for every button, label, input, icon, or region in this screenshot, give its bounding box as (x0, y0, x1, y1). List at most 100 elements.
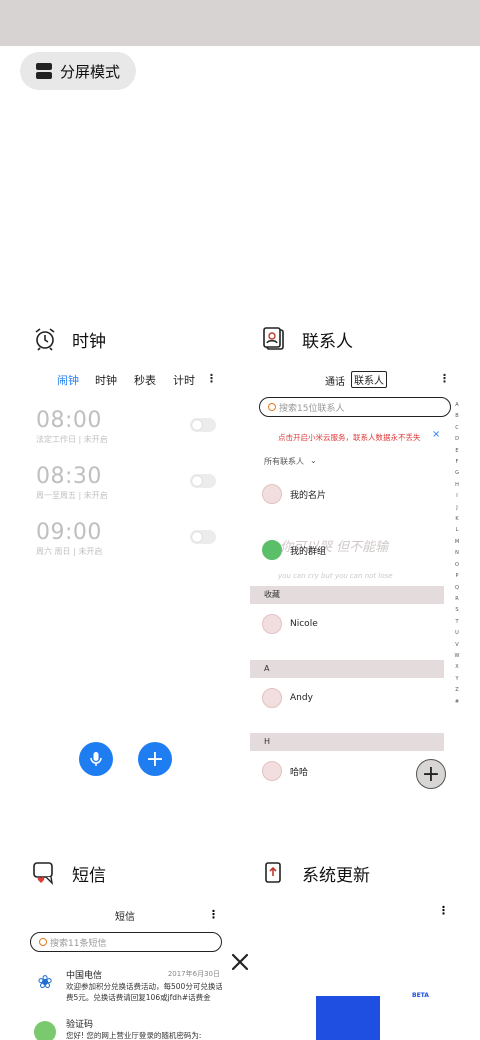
contacts-search-input[interactable]: 搜索15位联系人 (259, 397, 451, 417)
alphabet-index-letter[interactable]: W (455, 651, 460, 662)
alphabet-index-letter[interactable]: A (455, 400, 458, 411)
split-screen-icon (36, 63, 52, 79)
my-groups-label: 我的群组 (290, 546, 327, 557)
alphabet-index-letter[interactable]: R (455, 594, 458, 605)
alarm-toggle[interactable] (190, 418, 216, 432)
add-contact-button[interactable]: + (416, 759, 446, 789)
alphabet-index-letter[interactable]: X (455, 662, 458, 673)
alphabet-index-letter[interactable]: K (455, 514, 458, 525)
alphabet-index-letter[interactable]: Q (455, 583, 459, 594)
alphabet-index-letter[interactable]: P (455, 571, 458, 582)
contact-name: Andy (290, 693, 313, 703)
update-app-header[interactable]: 系统更新 (262, 860, 370, 886)
alphabet-index-letter[interactable]: T (455, 617, 458, 628)
split-screen-button[interactable]: 分屏模式 (20, 52, 136, 90)
alphabet-index-letter[interactable]: Z (455, 685, 458, 696)
alarm-item[interactable]: 08:00 法定工作日 | 未开启 (36, 408, 216, 454)
alphabet-index-letter[interactable]: O (455, 560, 459, 571)
clock-tabs: 闹钟 时钟 秒表 计时 ⋮ (28, 366, 218, 394)
message-item[interactable]: 验证码 您好! 您的网上营业厅登录的随机密码为: (34, 1017, 222, 1040)
microphone-icon (90, 752, 102, 766)
alphabet-index-letter[interactable]: # (455, 697, 459, 708)
avatar (262, 484, 282, 504)
tab-timer[interactable]: 计时 (173, 372, 195, 388)
section-header: A (250, 660, 444, 678)
chevron-down-icon: ⌄ (310, 456, 317, 465)
section-header: H (250, 733, 444, 751)
message-sender: 验证码 (66, 1020, 94, 1030)
more-menu-icon[interactable]: ⋮ (438, 904, 449, 917)
alarm-item[interactable]: 09:00 周六 周日 | 未开启 (36, 520, 216, 566)
my-card-row[interactable]: 我的名片 (262, 482, 326, 506)
search-placeholder: 搜索15位联系人 (279, 403, 345, 414)
alarm-clock-icon (32, 326, 58, 352)
group-icon (262, 540, 282, 560)
split-screen-label: 分屏模式 (60, 62, 121, 81)
alphabet-index-letter[interactable]: N (455, 548, 459, 559)
alarm-toggle[interactable] (190, 474, 216, 488)
contacts-book-icon (262, 326, 288, 352)
contact-row[interactable]: Andy (262, 686, 313, 710)
update-card[interactable]: ⋮ BETA (250, 900, 462, 1040)
sms-app-title: 短信 (72, 865, 106, 886)
plus-icon: + (145, 746, 165, 772)
alarm-repeat: 法定工作日 | 未开启 (36, 435, 108, 444)
tab-calls[interactable]: 通话 (325, 373, 345, 388)
avatar (262, 614, 282, 634)
contact-row[interactable]: Nicole (262, 612, 318, 636)
voice-alarm-button[interactable] (79, 742, 113, 776)
section-header: 收藏 (250, 586, 444, 604)
alphabet-index-letter[interactable]: Y (455, 674, 458, 685)
add-alarm-button[interactable]: + (138, 742, 172, 776)
alphabet-index-letter[interactable]: G (455, 468, 459, 479)
alphabet-index-letter[interactable]: S (455, 605, 458, 616)
contacts-app-title: 联系人 (302, 331, 353, 352)
alphabet-index-letter[interactable]: U (455, 628, 459, 639)
alphabet-index-letter[interactable]: L (456, 525, 459, 536)
cloud-service-banner[interactable]: 点击开启小米云服务，联系人数据永不丢失 (278, 432, 421, 443)
tab-stopwatch[interactable]: 秒表 (134, 372, 156, 388)
update-illustration (316, 996, 380, 1040)
search-icon (268, 403, 276, 411)
more-menu-icon[interactable]: ⋮ (439, 372, 450, 385)
avatar (262, 761, 282, 781)
more-menu-icon[interactable]: ⋮ (208, 908, 219, 921)
alphabet-index-letter[interactable]: D (455, 434, 459, 445)
wallpaper-quote-en: you can cry but you can not lose (278, 572, 393, 580)
contacts-filter[interactable]: 所有联系人 ⌄ (264, 456, 317, 467)
alarm-toggle[interactable] (190, 530, 216, 544)
alphabet-index-letter[interactable]: B (455, 411, 458, 422)
alphabet-index-letter[interactable]: E (455, 446, 458, 457)
alarm-repeat: 周六 周日 | 未开启 (36, 547, 103, 556)
contact-row[interactable]: 哈哈 (262, 759, 308, 783)
alphabet-index-letter[interactable]: C (455, 423, 459, 434)
alphabet-index-letter[interactable]: V (455, 640, 458, 651)
alarm-item[interactable]: 08:30 周一至周五 | 未开启 (36, 464, 216, 510)
clock-card[interactable]: 闹钟 时钟 秒表 计时 ⋮ 08:00 法定工作日 | 未开启 08:30 周一… (28, 366, 222, 800)
sms-app-header[interactable]: 短信 (32, 860, 106, 886)
alphabet-index-letter[interactable]: F (456, 457, 459, 468)
contact-name: Nicole (290, 619, 318, 629)
alarm-time: 09:00 (36, 520, 102, 545)
my-groups-row[interactable]: 我的群组 (262, 538, 326, 562)
alphabet-index-letter[interactable]: I (456, 491, 457, 502)
close-icon[interactable]: × (432, 429, 440, 440)
message-item[interactable]: ❀ 中国电信 2017年6月30日 欢迎参加积分兑换话费活动，每500分可兑换话… (34, 968, 222, 1003)
tab-contacts[interactable]: 联系人 (351, 371, 387, 388)
clock-app-title: 时钟 (72, 331, 106, 352)
sms-card[interactable]: 短信 ⋮ 搜索11条短信 ❀ 中国电信 2017年6月30日 欢迎参加积分兑换话… (28, 900, 222, 1040)
tab-alarm[interactable]: 闹钟 (57, 372, 79, 388)
status-bar-area (0, 0, 480, 46)
alphabet-index-letter[interactable]: M (455, 537, 459, 548)
tab-clock[interactable]: 时钟 (95, 372, 117, 388)
alarm-repeat: 周一至周五 | 未开启 (36, 491, 108, 500)
close-all-icon[interactable] (230, 952, 250, 972)
more-menu-icon[interactable]: ⋮ (206, 372, 217, 385)
alphabet-index-letter[interactable]: H (455, 480, 459, 491)
contacts-card[interactable]: 通话 联系人 ⋮ 搜索15位联系人 点击开启小米云服务，联系人数据永不丢失 × … (250, 366, 462, 800)
clock-app-header[interactable]: 时钟 (32, 326, 106, 352)
contacts-app-header[interactable]: 联系人 (262, 326, 353, 352)
alphabet-index-letter[interactable]: J (456, 503, 457, 514)
sms-search-input[interactable]: 搜索11条短信 (30, 932, 222, 952)
alphabet-index[interactable]: A B C D E F G H I J K L M N O P Q R S T U V W X Y Z # (452, 400, 462, 708)
